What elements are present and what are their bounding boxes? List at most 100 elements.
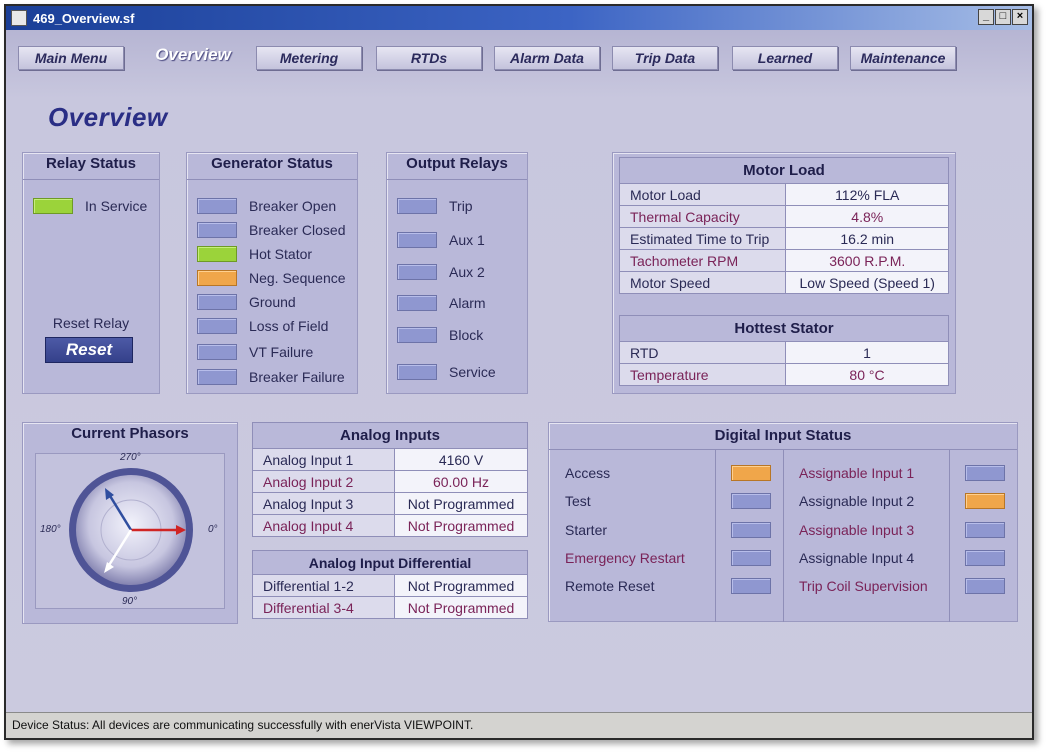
divider bbox=[23, 179, 159, 180]
digital-input-label: Assignable Input 4 bbox=[799, 550, 915, 566]
led-indicator bbox=[397, 232, 437, 248]
row-label: Tachometer RPM bbox=[618, 249, 787, 272]
relay-label: Service bbox=[449, 364, 496, 380]
row-value: 1 bbox=[785, 341, 949, 364]
table-row: Temperature 80 °C bbox=[619, 363, 949, 386]
nav-main-menu[interactable]: Main Menu bbox=[18, 46, 124, 70]
app-icon bbox=[11, 10, 27, 26]
table-row: Analog Input 1 4160 V bbox=[252, 448, 528, 471]
led-indicator bbox=[397, 295, 437, 311]
phasor-svg bbox=[69, 468, 193, 592]
nav-alarm-data[interactable]: Alarm Data bbox=[494, 46, 600, 70]
hottest-stator-table: Hottest Stator RTD 1 Temperature 80 °C bbox=[619, 315, 949, 386]
output-relays-panel: Output Relays Trip Aux 1 Aux 2 Alarm Blo… bbox=[386, 152, 528, 394]
relay-status-panel: Relay Status In Service Reset Relay Rese… bbox=[22, 152, 160, 394]
nav-rtds[interactable]: RTDs bbox=[376, 46, 482, 70]
led-indicator bbox=[397, 364, 437, 380]
led-indicator bbox=[197, 369, 237, 385]
led-indicator bbox=[965, 493, 1005, 509]
row-value: Not Programmed bbox=[394, 492, 528, 515]
row-label: Estimated Time to Trip bbox=[618, 227, 787, 250]
relay-item: Aux 2 bbox=[397, 263, 485, 281]
gen-status-item: Loss of Field bbox=[197, 317, 328, 335]
nav-maintenance[interactable]: Maintenance bbox=[850, 46, 956, 70]
angle-right-label: 0° bbox=[208, 524, 218, 535]
nav-metering[interactable]: Metering bbox=[256, 46, 362, 70]
angle-bottom-label: 90° bbox=[122, 596, 138, 607]
row-label: Motor Load bbox=[618, 183, 787, 206]
reset-button[interactable]: Reset bbox=[45, 337, 133, 363]
nav-learned[interactable]: Learned bbox=[732, 46, 838, 70]
maximize-button[interactable]: □ bbox=[995, 9, 1011, 25]
gen-status-label: Ground bbox=[249, 294, 296, 310]
reset-relay-label: Reset Relay bbox=[52, 315, 130, 331]
table-row: Analog Input 4 Not Programmed bbox=[252, 514, 528, 537]
page-title: Overview bbox=[48, 102, 168, 132]
led-indicator bbox=[197, 198, 237, 214]
relay-label: Alarm bbox=[449, 295, 486, 311]
minimize-button[interactable]: _ bbox=[978, 9, 994, 25]
row-label: Motor Speed bbox=[618, 271, 787, 294]
digital-input-label: Trip Coil Supervision bbox=[799, 578, 928, 594]
digital-input-label: Starter bbox=[565, 522, 608, 538]
led-indicator bbox=[965, 465, 1005, 481]
row-value: 60.00 Hz bbox=[394, 470, 528, 493]
phasor-diagram: 270° 180° 0° 90° bbox=[35, 452, 225, 609]
divider bbox=[949, 450, 950, 622]
in-service-label: In Service bbox=[85, 198, 148, 214]
analog-inputs-table: Analog Inputs Analog Input 1 4160 V Analo… bbox=[252, 422, 528, 537]
led-indicator bbox=[731, 465, 771, 481]
led-indicator bbox=[397, 198, 437, 214]
table-row: Analog Input 2 60.00 Hz bbox=[252, 470, 528, 493]
row-value: 4.8% bbox=[785, 205, 949, 228]
app-window: 469_Overview.sf _ □ × Main Menu Overview… bbox=[4, 4, 1034, 740]
table-row: Thermal Capacity 4.8% bbox=[618, 205, 949, 228]
generator-status-panel: Generator Status Breaker Open Breaker Cl… bbox=[186, 152, 358, 394]
row-label: Analog Input 2 bbox=[252, 470, 395, 493]
digital-input-panel: Digital Input Status Access Test Starter… bbox=[548, 422, 1018, 622]
relay-label: Block bbox=[449, 327, 484, 343]
row-value: Not Programmed bbox=[394, 514, 528, 537]
divider bbox=[187, 179, 357, 180]
table-row: Estimated Time to Trip 16.2 min bbox=[618, 227, 949, 250]
relay-label: Trip bbox=[449, 198, 473, 214]
digital-input-label: Assignable Input 3 bbox=[799, 522, 915, 538]
close-button[interactable]: × bbox=[1012, 9, 1028, 25]
row-label: Thermal Capacity bbox=[618, 205, 787, 228]
nav-trip-data[interactable]: Trip Data bbox=[612, 46, 718, 70]
nav-overview[interactable]: Overview bbox=[138, 44, 248, 68]
row-value: 80 °C bbox=[785, 363, 949, 386]
row-value: Not Programmed bbox=[394, 596, 528, 619]
led-indicator bbox=[197, 318, 237, 334]
divider bbox=[783, 450, 784, 622]
motor-load-title: Motor Load bbox=[619, 157, 949, 184]
analog-inputs-title: Analog Inputs bbox=[252, 422, 528, 449]
relay-item: Aux 1 bbox=[397, 231, 485, 249]
gen-status-item: Neg. Sequence bbox=[197, 269, 346, 287]
led-indicator bbox=[33, 198, 73, 214]
digital-input-label: Assignable Input 1 bbox=[799, 465, 915, 481]
row-label: Analog Input 4 bbox=[252, 514, 395, 537]
led-indicator bbox=[197, 294, 237, 310]
divider bbox=[387, 179, 527, 180]
relay-item: Alarm bbox=[397, 294, 486, 312]
row-value: 3600 R.P.M. bbox=[785, 249, 949, 272]
led-indicator bbox=[965, 522, 1005, 538]
row-value: 16.2 min bbox=[785, 227, 949, 250]
gen-status-item: Breaker Open bbox=[197, 197, 336, 215]
table-row: Motor Speed Low Speed (Speed 1) bbox=[618, 271, 949, 294]
led-indicator bbox=[731, 522, 771, 538]
motor-load-table: Motor Load Motor Load 112% FLA Thermal Ca… bbox=[618, 157, 949, 294]
gen-status-label: VT Failure bbox=[249, 344, 314, 360]
digital-input-label: Assignable Input 2 bbox=[799, 493, 915, 509]
row-label: Analog Input 1 bbox=[252, 448, 395, 471]
led-indicator bbox=[397, 327, 437, 343]
digital-input-label: Access bbox=[565, 465, 611, 481]
angle-top-label: 270° bbox=[120, 452, 141, 463]
motor-load-panel: Motor Load Motor Load 112% FLA Thermal Ca… bbox=[612, 152, 956, 394]
window-title: 469_Overview.sf bbox=[33, 10, 135, 26]
relay-status-title: Relay Status bbox=[45, 155, 137, 172]
gen-status-item: Hot Stator bbox=[197, 245, 312, 263]
led-indicator bbox=[731, 578, 771, 594]
led-indicator bbox=[397, 264, 437, 280]
